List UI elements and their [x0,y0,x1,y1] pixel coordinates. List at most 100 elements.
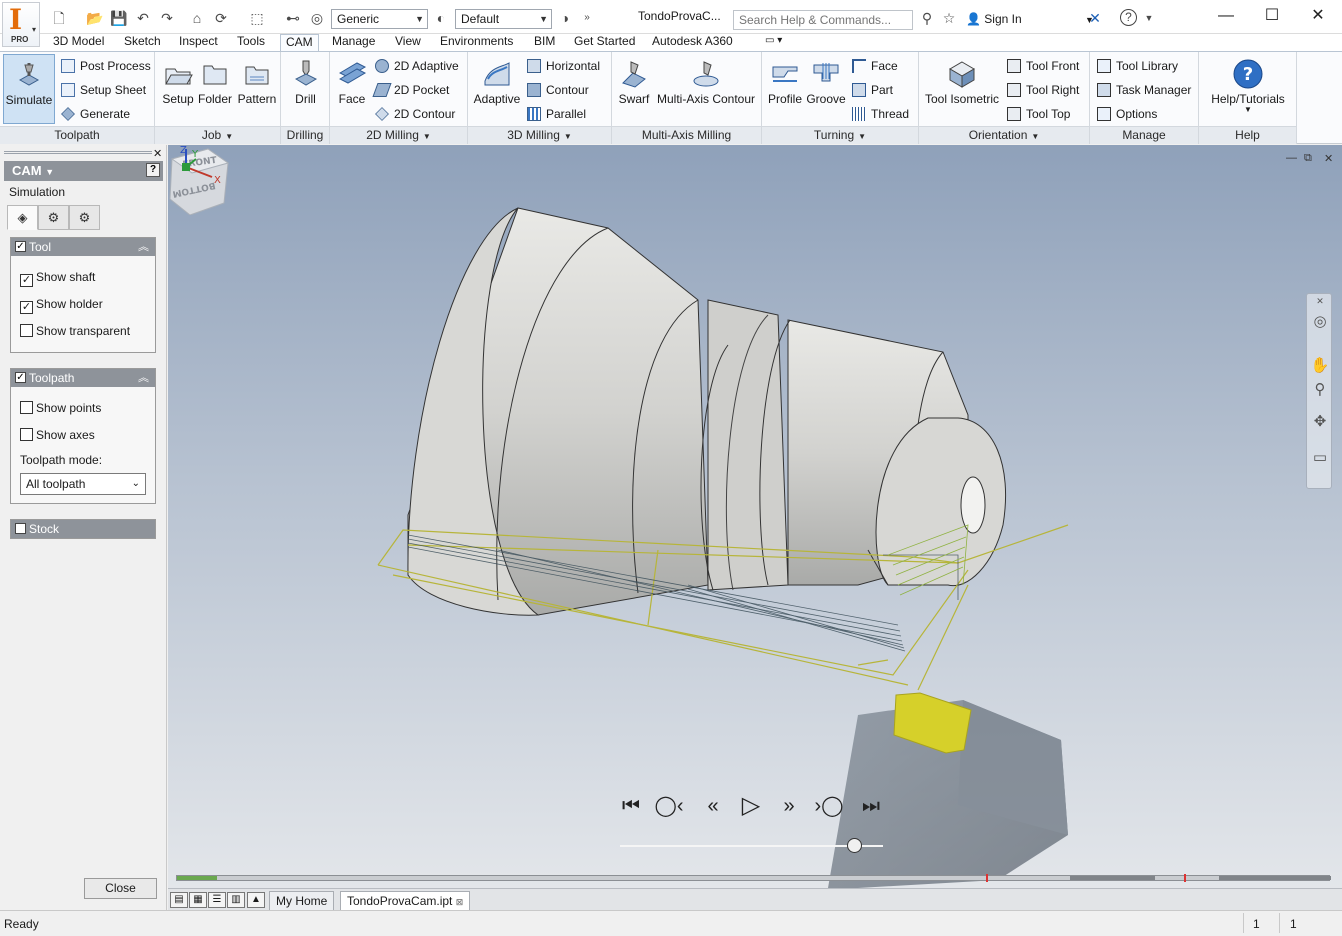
generate-button[interactable]: Generate [61,104,130,124]
turning-face-button[interactable]: Face [852,56,898,76]
task-manager-button[interactable]: Task Manager [1097,80,1191,100]
panel-grip[interactable] [4,151,152,154]
graphics-viewport[interactable]: — ⧉ ✕ FRONT BOTTOM ✕ ◎ ✋ ⚲ ✥ ▭ X Z Y ⏮ ◯… [168,145,1342,888]
tab-document[interactable]: TondoProvaCam.ipt ⊠ [340,891,471,911]
minimize-button[interactable]: — [1214,4,1238,28]
maximize-button[interactable]: ☐ [1260,4,1284,28]
2d-contour-button[interactable]: 2D Contour [375,104,455,124]
show-transparent-checkbox[interactable] [20,324,33,337]
tab-menu-icon[interactable]: ▲ [247,892,265,908]
save-icon[interactable]: 💾 [110,9,128,27]
simulation-timeline[interactable] [176,874,1331,882]
tool-top-button[interactable]: Tool Top [1007,104,1070,124]
options-button[interactable]: Options [1097,104,1157,124]
stock-group-checkbox[interactable] [15,523,26,534]
close-icon[interactable]: ✕ [153,147,162,160]
favorite-icon[interactable]: ☆ [940,9,958,27]
close-window-button[interactable]: ✕ [1306,4,1330,28]
ribbon-toggle-icon[interactable]: ▭ ▾ [760,34,787,52]
home-icon[interactable]: ⌂ [188,9,206,27]
tab-view[interactable]: View [390,34,426,52]
sign-in-link[interactable]: 👤 Sign In ▼ [966,12,1094,26]
swarf-button[interactable]: Swarf [615,54,653,124]
speed-slider-thumb[interactable] [847,838,863,853]
face-2d-button[interactable]: Face [333,54,371,124]
part-button[interactable]: Part [852,80,893,100]
measure-icon[interactable]: ⊷ [284,9,302,27]
go-to-start-icon[interactable]: ⏮ [616,791,646,821]
open-file-icon[interactable]: 📂 [86,9,104,27]
tab-inspect[interactable]: Inspect [174,34,223,52]
close-icon[interactable]: ✕ [1310,291,1330,311]
look-at-icon[interactable]: ▭ [1310,448,1330,468]
material-icon[interactable]: ◎ [308,9,326,27]
chevron-down-icon[interactable]: ▼ [1031,132,1039,141]
play-icon[interactable]: ▷ [736,791,766,821]
select-icon[interactable]: ⬚ [248,9,266,27]
show-holder-option[interactable]: ✓ Show holder [20,297,103,314]
tab-3d-model[interactable]: 3D Model [48,34,109,52]
tab-my-home[interactable]: My Home [269,891,335,911]
help-tutorials-button[interactable]: ? Help/Tutorials ▼ [1205,54,1291,124]
speed-slider[interactable] [620,845,883,847]
chevron-down-icon[interactable]: ▼ [423,132,431,141]
tool-isometric-button[interactable]: Tool Isometric [922,54,1002,124]
toolpath-group-checkbox[interactable]: ✓ [15,372,26,383]
step-forward-icon[interactable]: » [774,791,804,821]
tool-group-checkbox[interactable]: ✓ [15,241,26,252]
cascade-windows-icon[interactable]: ▤ [170,892,188,908]
redo-icon[interactable]: ↷ [158,9,176,27]
cam-header[interactable]: CAM ▼ ? [4,161,163,181]
groove-button[interactable]: Groove [805,54,847,124]
step-back-icon[interactable]: « [698,791,728,821]
show-shaft-checkbox[interactable]: ✓ [20,274,33,287]
adjust-icon[interactable]: ◑ [556,9,574,27]
horizontal-button[interactable]: Horizontal [527,56,600,76]
close-button[interactable]: Close [84,878,157,899]
undo-icon[interactable]: ↶ [134,9,152,27]
tile-windows-icon[interactable]: ▦ [189,892,207,908]
pan-icon[interactable]: ✋ [1310,356,1330,376]
tool-right-button[interactable]: Tool Right [1007,80,1079,100]
previous-operation-icon[interactable]: ◯‹ [654,791,684,821]
stock-group-header[interactable]: Stock [11,520,155,538]
show-points-checkbox[interactable] [20,401,33,414]
new-file-icon[interactable]: 🗋 [50,9,68,27]
tab-manage[interactable]: Manage [327,34,380,52]
drill-button[interactable]: Drill [284,54,327,124]
help-icon[interactable]: ? [146,163,160,177]
viewport-minimize-icon[interactable]: — [1286,152,1297,164]
tab-environments[interactable]: Environments [435,34,518,52]
collapse-icon[interactable]: ︽ [138,238,149,256]
tab-sketch[interactable]: Sketch [119,34,166,52]
next-operation-icon[interactable]: ›◯ [814,791,844,821]
adaptive-3d-button[interactable]: Adaptive [471,54,523,124]
close-icon[interactable]: ⊠ [456,897,464,907]
go-to-end-icon[interactable]: ⏭ [856,791,886,821]
tab-autodesk-a360[interactable]: Autodesk A360 [647,34,738,52]
pattern-button[interactable]: Pattern [235,54,279,124]
tile-vertical-icon[interactable]: ▥ [227,892,245,908]
tab-tools[interactable]: Tools [232,34,270,52]
update-icon[interactable]: ⟳ [212,9,230,27]
parallel-button[interactable]: Parallel [527,104,586,124]
exchange-icon[interactable]: ✕ [1086,9,1104,27]
setup-sheet-button[interactable]: Setup Sheet [61,80,146,100]
help-icon[interactable]: ? [1120,9,1137,26]
style-select[interactable]: Generic ▼ [331,9,428,29]
show-shaft-option[interactable]: ✓ Show shaft [20,270,95,287]
collapse-icon[interactable]: ︽ [138,369,149,387]
tab-statistics[interactable]: ⚙ [69,205,100,230]
simulate-button[interactable]: Simulate [3,54,55,124]
2d-pocket-button[interactable]: 2D Pocket [372,80,449,100]
toolpath-group-header[interactable]: ✓ Toolpath ︽ [11,369,155,387]
search-input[interactable] [733,10,913,30]
tab-get-started[interactable]: Get Started [569,34,640,52]
thread-button[interactable]: Thread [852,104,909,124]
tab-bim[interactable]: BIM [529,34,560,52]
viewport-close-icon[interactable]: ✕ [1324,152,1333,165]
tool-front-button[interactable]: Tool Front [1007,56,1079,76]
tile-horizontal-icon[interactable]: ☰ [208,892,226,908]
show-transparent-option[interactable]: Show transparent [20,324,130,340]
chevron-down-icon[interactable]: ▼ [1140,9,1158,27]
